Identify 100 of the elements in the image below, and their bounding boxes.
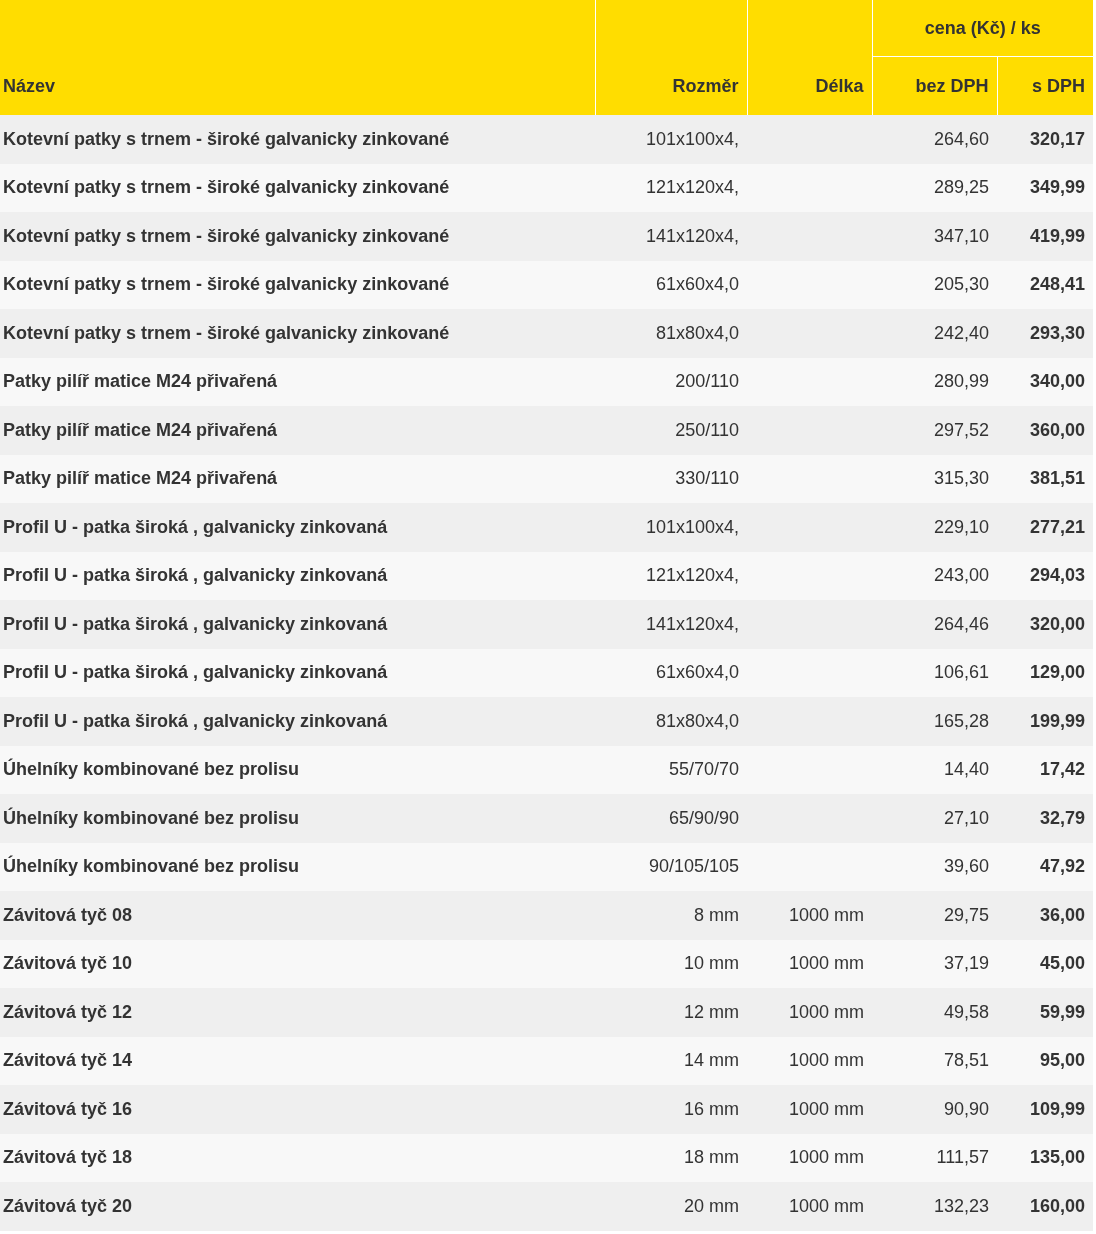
table-cell: 18 mm [595, 1133, 747, 1182]
table-cell: 340,00 [997, 357, 1093, 406]
table-cell: 1000 mm [747, 1036, 872, 1085]
table-cell: Závitová tyč 14 [0, 1036, 595, 1085]
table-cell: Kotevní patky s trnem - široké galvanicky zinkované [0, 212, 595, 261]
table-cell: 55/70/70 [595, 745, 747, 794]
table-cell: 111,57 [872, 1133, 997, 1182]
table-cell: 27,10 [872, 794, 997, 843]
table-cell: 1000 mm [747, 988, 872, 1037]
table-cell: Profil U - patka široká , galvanicky zinkovaná [0, 600, 595, 649]
table-cell: 1000 mm [747, 891, 872, 940]
column-header: s DPH [997, 56, 1093, 115]
table-cell: 78,51 [872, 1036, 997, 1085]
table-cell: 160,00 [997, 1182, 1093, 1231]
table-cell: Profil U - patka široká , galvanicky zinkovaná [0, 697, 595, 746]
table-cell: 121x120x4, [595, 163, 747, 212]
table-cell: Kotevní patky s trnem - široké galvanicky zinkované [0, 115, 595, 164]
table-cell: 229,10 [872, 503, 997, 552]
table-cell: 45,00 [997, 939, 1093, 988]
table-cell: 1000 mm [747, 939, 872, 988]
table-cell: 347,10 [872, 212, 997, 261]
table-cell: 141x120x4, [595, 212, 747, 261]
table-cell: Kotevní patky s trnem - široké galvanicky zinkované [0, 163, 595, 212]
table-cell: Úhelníky kombinované bez prolisu [0, 745, 595, 794]
table-cell: 264,60 [872, 115, 997, 164]
table-cell: 29,75 [872, 891, 997, 940]
table-cell: 14 mm [595, 1036, 747, 1085]
table-cell: 315,30 [872, 454, 997, 503]
table-cell: 95,00 [997, 1036, 1093, 1085]
table-cell: 280,99 [872, 357, 997, 406]
table-cell: Závitová tyč 10 [0, 939, 595, 988]
table-cell: 200/110 [595, 357, 747, 406]
table-cell: 39,60 [872, 842, 997, 891]
table-cell: 101x100x4, [595, 503, 747, 552]
table-cell: 14,40 [872, 745, 997, 794]
table-cell: 101x100x4, [595, 115, 747, 164]
table-cell: 81x80x4,0 [595, 309, 747, 358]
table-cell: 419,99 [997, 212, 1093, 261]
table-cell: 37,19 [872, 939, 997, 988]
table-cell: Profil U - patka široká , galvanicky zinkovaná [0, 551, 595, 600]
table-cell: Závitová tyč 18 [0, 1133, 595, 1182]
table-cell: Závitová tyč 08 [0, 891, 595, 940]
table-cell: 205,30 [872, 260, 997, 309]
table-cell: 277,21 [997, 503, 1093, 552]
table-cell: Úhelníky kombinované bez prolisu [0, 842, 595, 891]
table-cell: Profil U - patka široká , galvanicky zinkovaná [0, 648, 595, 697]
table-cell: 121x120x4, [595, 551, 747, 600]
table-cell: 61x60x4,0 [595, 648, 747, 697]
table-cell: 320,17 [997, 115, 1093, 164]
table-cell: 250/110 [595, 406, 747, 455]
table-cell: 20 mm [595, 1182, 747, 1231]
table-cell: 132,23 [872, 1182, 997, 1231]
table-cell: 330/110 [595, 454, 747, 503]
table-cell: 65/90/90 [595, 794, 747, 843]
column-header: Rozměr [595, 0, 747, 115]
table-cell: Patky pilíř matice M24 přivařená [0, 454, 595, 503]
table-cell: Kotevní patky s trnem - široké galvanicky zinkované [0, 260, 595, 309]
table-cell: 297,52 [872, 406, 997, 455]
table-cell: Patky pilíř matice M24 přivařená [0, 406, 595, 455]
table-cell: 264,46 [872, 600, 997, 649]
table-cell: 294,03 [997, 551, 1093, 600]
table-cell: 90,90 [872, 1085, 997, 1134]
table-cell: 90/105/105 [595, 842, 747, 891]
table-cell: 8 mm [595, 891, 747, 940]
table-cell: Závitová tyč 16 [0, 1085, 595, 1134]
table-cell: 381,51 [997, 454, 1093, 503]
table-cell: 248,41 [997, 260, 1093, 309]
table-cell: 1000 mm [747, 1182, 872, 1231]
table-cell: 243,00 [872, 551, 997, 600]
table-cell: 12 mm [595, 988, 747, 1037]
table-cell: 59,99 [997, 988, 1093, 1037]
column-group-header: cena (Kč) / ks [872, 0, 1093, 57]
table-cell: 199,99 [997, 697, 1093, 746]
table-cell: 16 mm [595, 1085, 747, 1134]
table-cell: 349,99 [997, 163, 1093, 212]
table-cell: 165,28 [872, 697, 997, 746]
table-cell: 1000 mm [747, 1085, 872, 1134]
table-cell: 32,79 [997, 794, 1093, 843]
column-header: Název [0, 0, 595, 115]
table-cell: 10 mm [595, 939, 747, 988]
table-cell: 360,00 [997, 406, 1093, 455]
table-cell: Závitová tyč 12 [0, 988, 595, 1037]
table-cell: 109,99 [997, 1085, 1093, 1134]
table-cell: 135,00 [997, 1133, 1093, 1182]
table-cell: 61x60x4,0 [595, 260, 747, 309]
table-cell: 289,25 [872, 163, 997, 212]
table-cell: 106,61 [872, 648, 997, 697]
column-header: Délka [747, 0, 872, 115]
table-cell: 242,40 [872, 309, 997, 358]
table-cell: 293,30 [997, 309, 1093, 358]
table-cell: Kotevní patky s trnem - široké galvanicky zinkované [0, 309, 595, 358]
table-cell: 1000 mm [747, 1133, 872, 1182]
table-cell: Patky pilíř matice M24 přivařená [0, 357, 595, 406]
column-header: bez DPH [872, 56, 997, 115]
table-cell: 81x80x4,0 [595, 697, 747, 746]
table-cell: 36,00 [997, 891, 1093, 940]
table-cell: Profil U - patka široká , galvanicky zinkovaná [0, 503, 595, 552]
table-cell: 320,00 [997, 600, 1093, 649]
table-cell: 129,00 [997, 648, 1093, 697]
table-cell: Úhelníky kombinované bez prolisu [0, 794, 595, 843]
